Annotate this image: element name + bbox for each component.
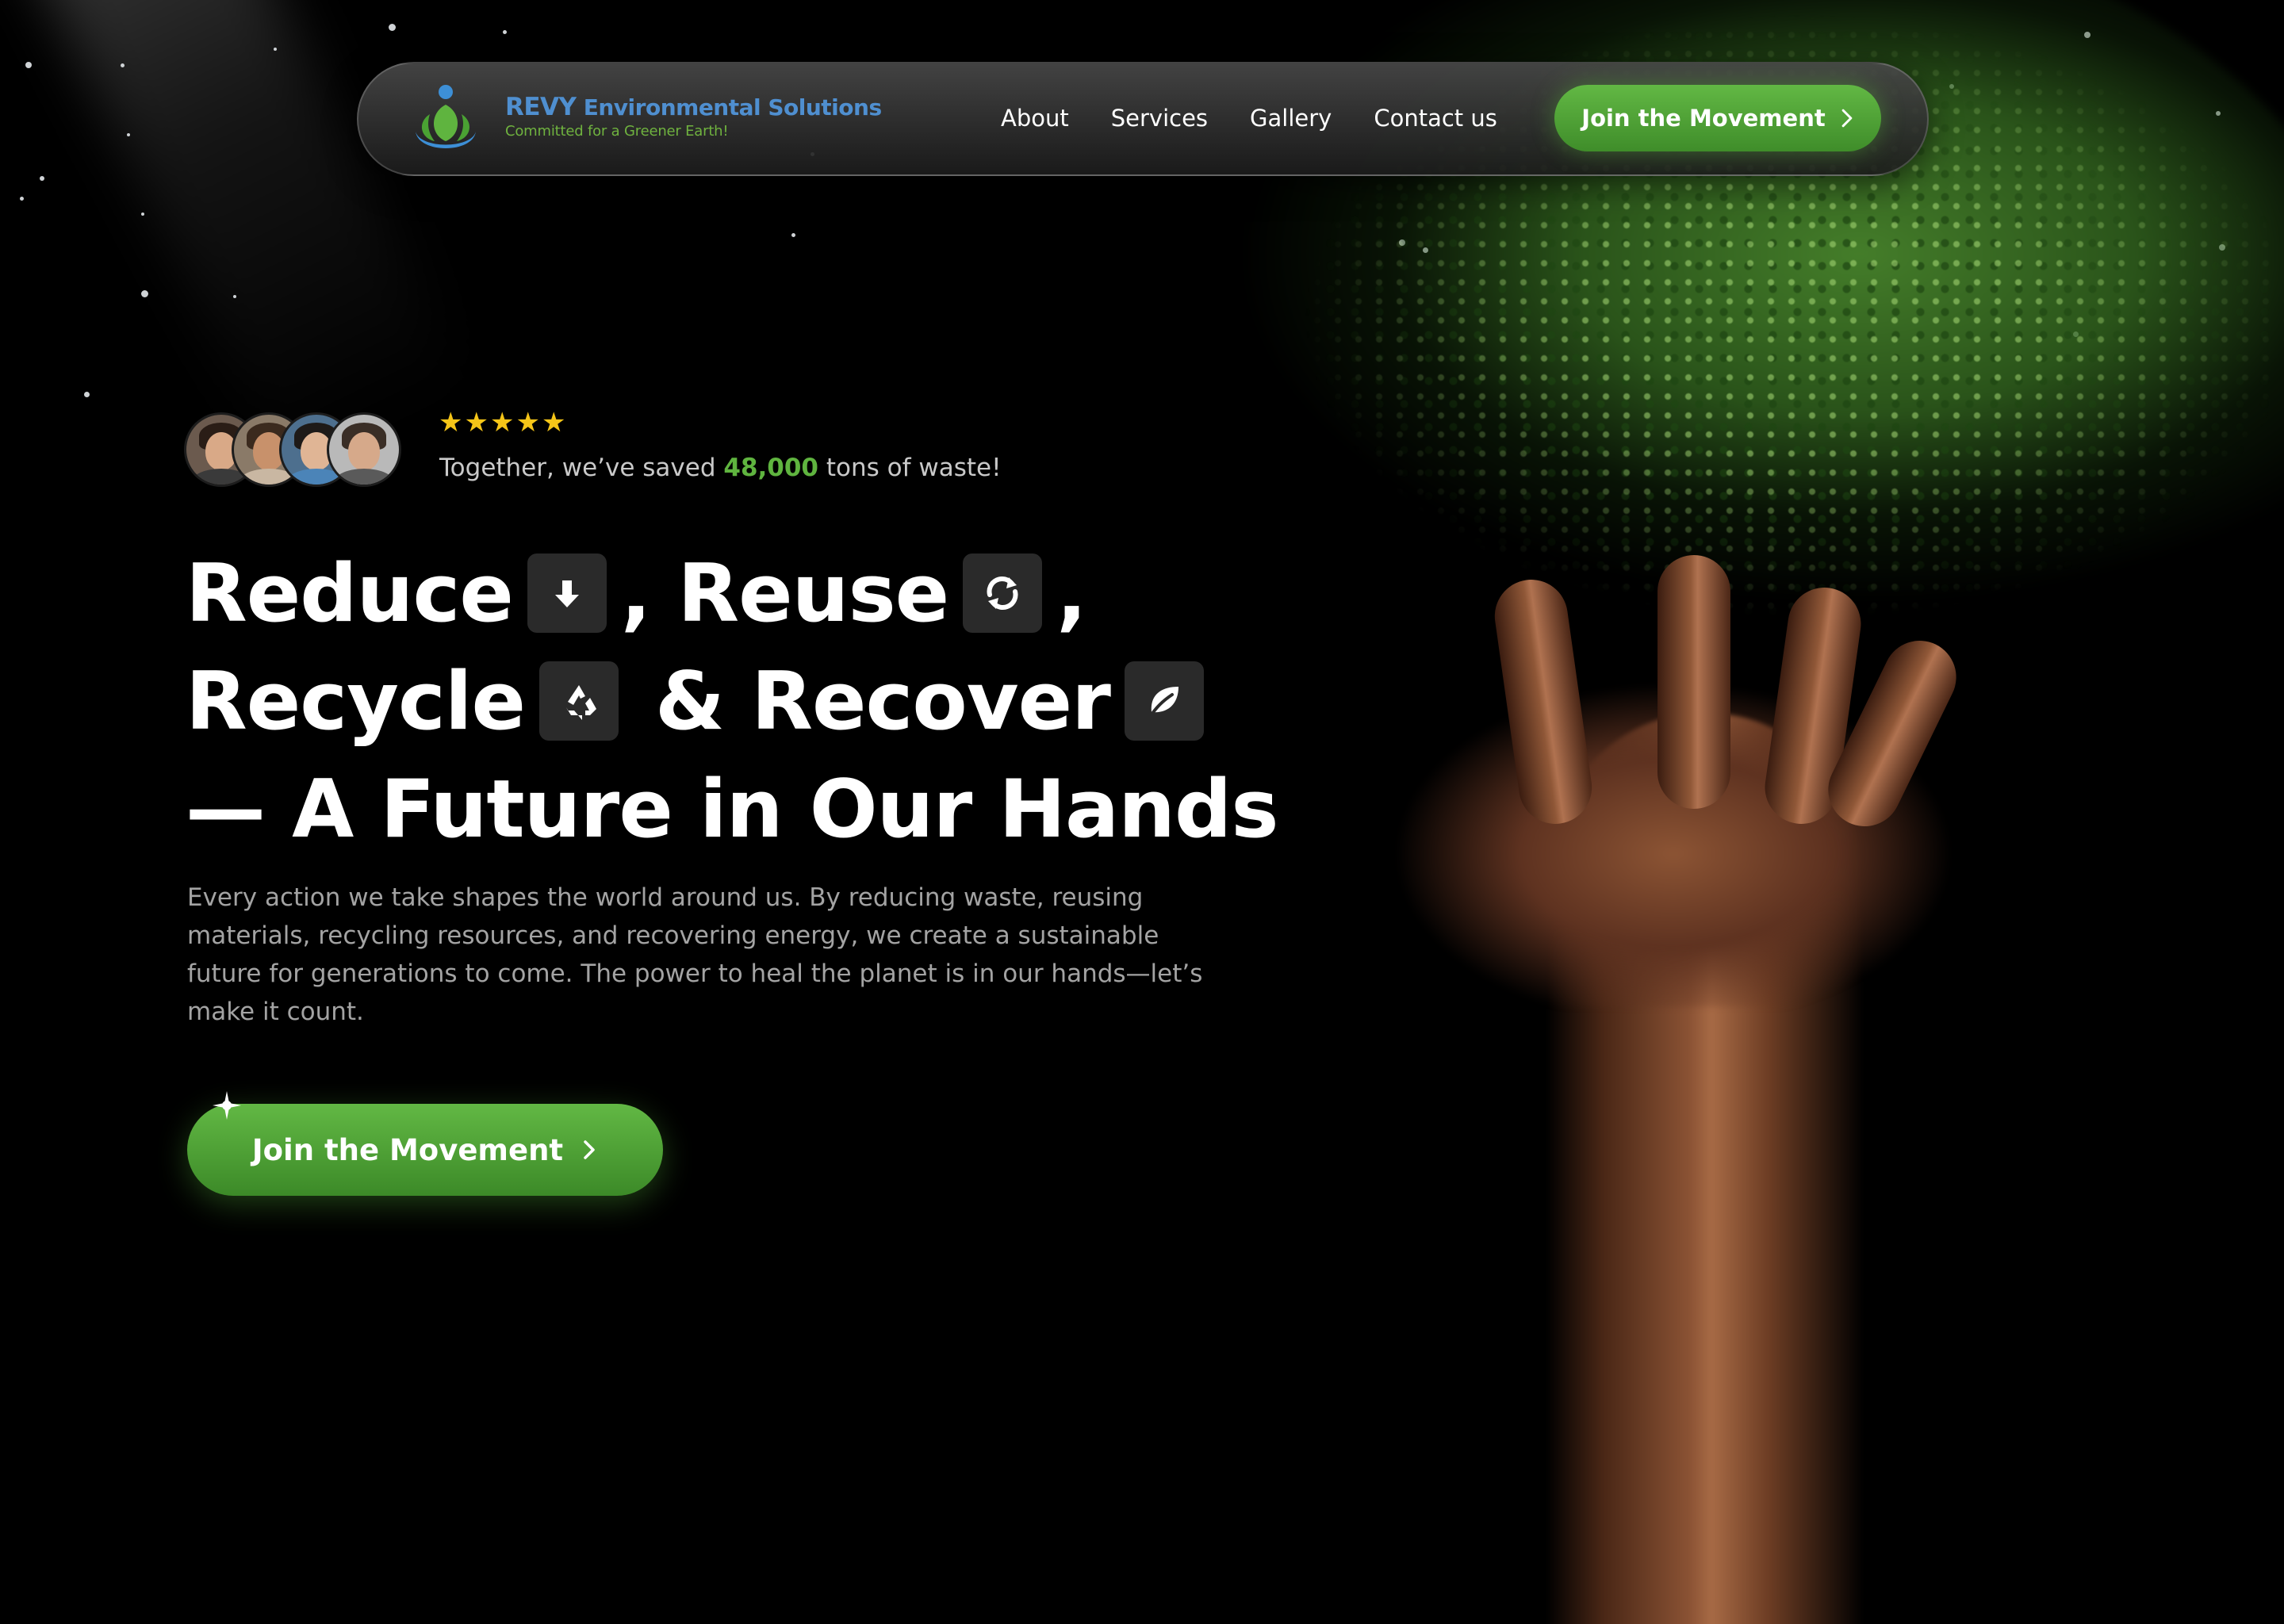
avatar	[327, 412, 401, 487]
headline-recover: & Recover	[654, 654, 1111, 748]
star-icon: ★	[464, 407, 489, 439]
nav-link-services[interactable]: Services	[1111, 105, 1208, 132]
headline-line-1: Reduce , Reuse ,	[186, 539, 1296, 647]
hero-description: Every action we take shapes the world ar…	[187, 883, 1203, 1026]
hero-join-label: Join the Movement	[251, 1132, 564, 1167]
chevron-right-icon	[584, 1140, 595, 1159]
star-dot	[141, 290, 148, 297]
avatar-group	[184, 412, 406, 487]
brand-tagline: Committed for a Greener Earth!	[505, 123, 729, 140]
headline-reuse: , Reuse	[620, 546, 949, 640]
star-dot	[791, 233, 795, 237]
star-dot	[389, 24, 396, 31]
headline-line-2: Recycle & Recover	[186, 647, 1296, 755]
saved-waste-text: Together, we’ve saved 48,000 tons of was…	[439, 454, 1002, 482]
star-icon: ★	[541, 407, 566, 439]
nav-join-label: Join the Movement	[1581, 105, 1826, 132]
brand-name-rest: Environmental Solutions	[576, 94, 882, 121]
hero-headline: Reduce , Reuse , Recycle & Recover — A F…	[186, 539, 1296, 863]
brand-name: REVY Environmental Solutions	[505, 93, 882, 121]
navbar: REVY Environmental Solutions Committed f…	[357, 62, 1929, 176]
rating-stars: ★ ★ ★ ★ ★	[439, 409, 567, 436]
star-dot	[141, 213, 144, 216]
nav-link-contact[interactable]: Contact us	[1374, 105, 1497, 132]
star-dot	[20, 197, 24, 201]
recycle-icon	[538, 661, 619, 741]
star-dot	[127, 133, 130, 136]
star-dot	[503, 30, 507, 34]
nav-links: About Services Gallery Contact us	[1001, 105, 1539, 132]
leaf-icon	[1124, 661, 1204, 741]
saved-text-before: Together, we’ve saved	[439, 454, 724, 482]
saved-text-after: tons of waste!	[818, 454, 1002, 482]
brand-logo-icon	[416, 85, 476, 148]
headline-comma: ,	[1056, 546, 1086, 640]
star-dot	[121, 63, 125, 67]
headline-reduce: Reduce	[186, 546, 514, 640]
hand-finger	[1657, 555, 1730, 809]
hero-join-button[interactable]: Join the Movement	[187, 1104, 663, 1196]
chevron-right-icon	[1841, 109, 1853, 128]
star-icon: ★	[489, 407, 515, 439]
star-dot	[25, 62, 32, 68]
star-dot	[233, 295, 236, 298]
nav-join-button[interactable]: Join the Movement	[1554, 85, 1881, 151]
nav-link-about[interactable]: About	[1001, 105, 1069, 132]
nav-link-gallery[interactable]: Gallery	[1250, 105, 1332, 132]
sparkle-icon	[213, 1091, 241, 1120]
brand-name-prefix: REVY	[505, 93, 577, 121]
star-dot	[274, 48, 277, 51]
saved-number: 48,000	[723, 454, 819, 482]
arrow-down-icon	[527, 553, 607, 633]
star-dot	[40, 176, 44, 181]
star-dot	[84, 392, 90, 397]
brand-logo[interactable]	[406, 81, 485, 160]
star-icon: ★	[515, 407, 540, 439]
brand-text: REVY Environmental Solutions Committed f…	[505, 93, 882, 140]
headline-recycle: Recycle	[186, 654, 526, 748]
headline-line-3: — A Future in Our Hands	[186, 762, 1278, 856]
refresh-icon	[963, 553, 1043, 633]
star-icon: ★	[439, 407, 463, 439]
